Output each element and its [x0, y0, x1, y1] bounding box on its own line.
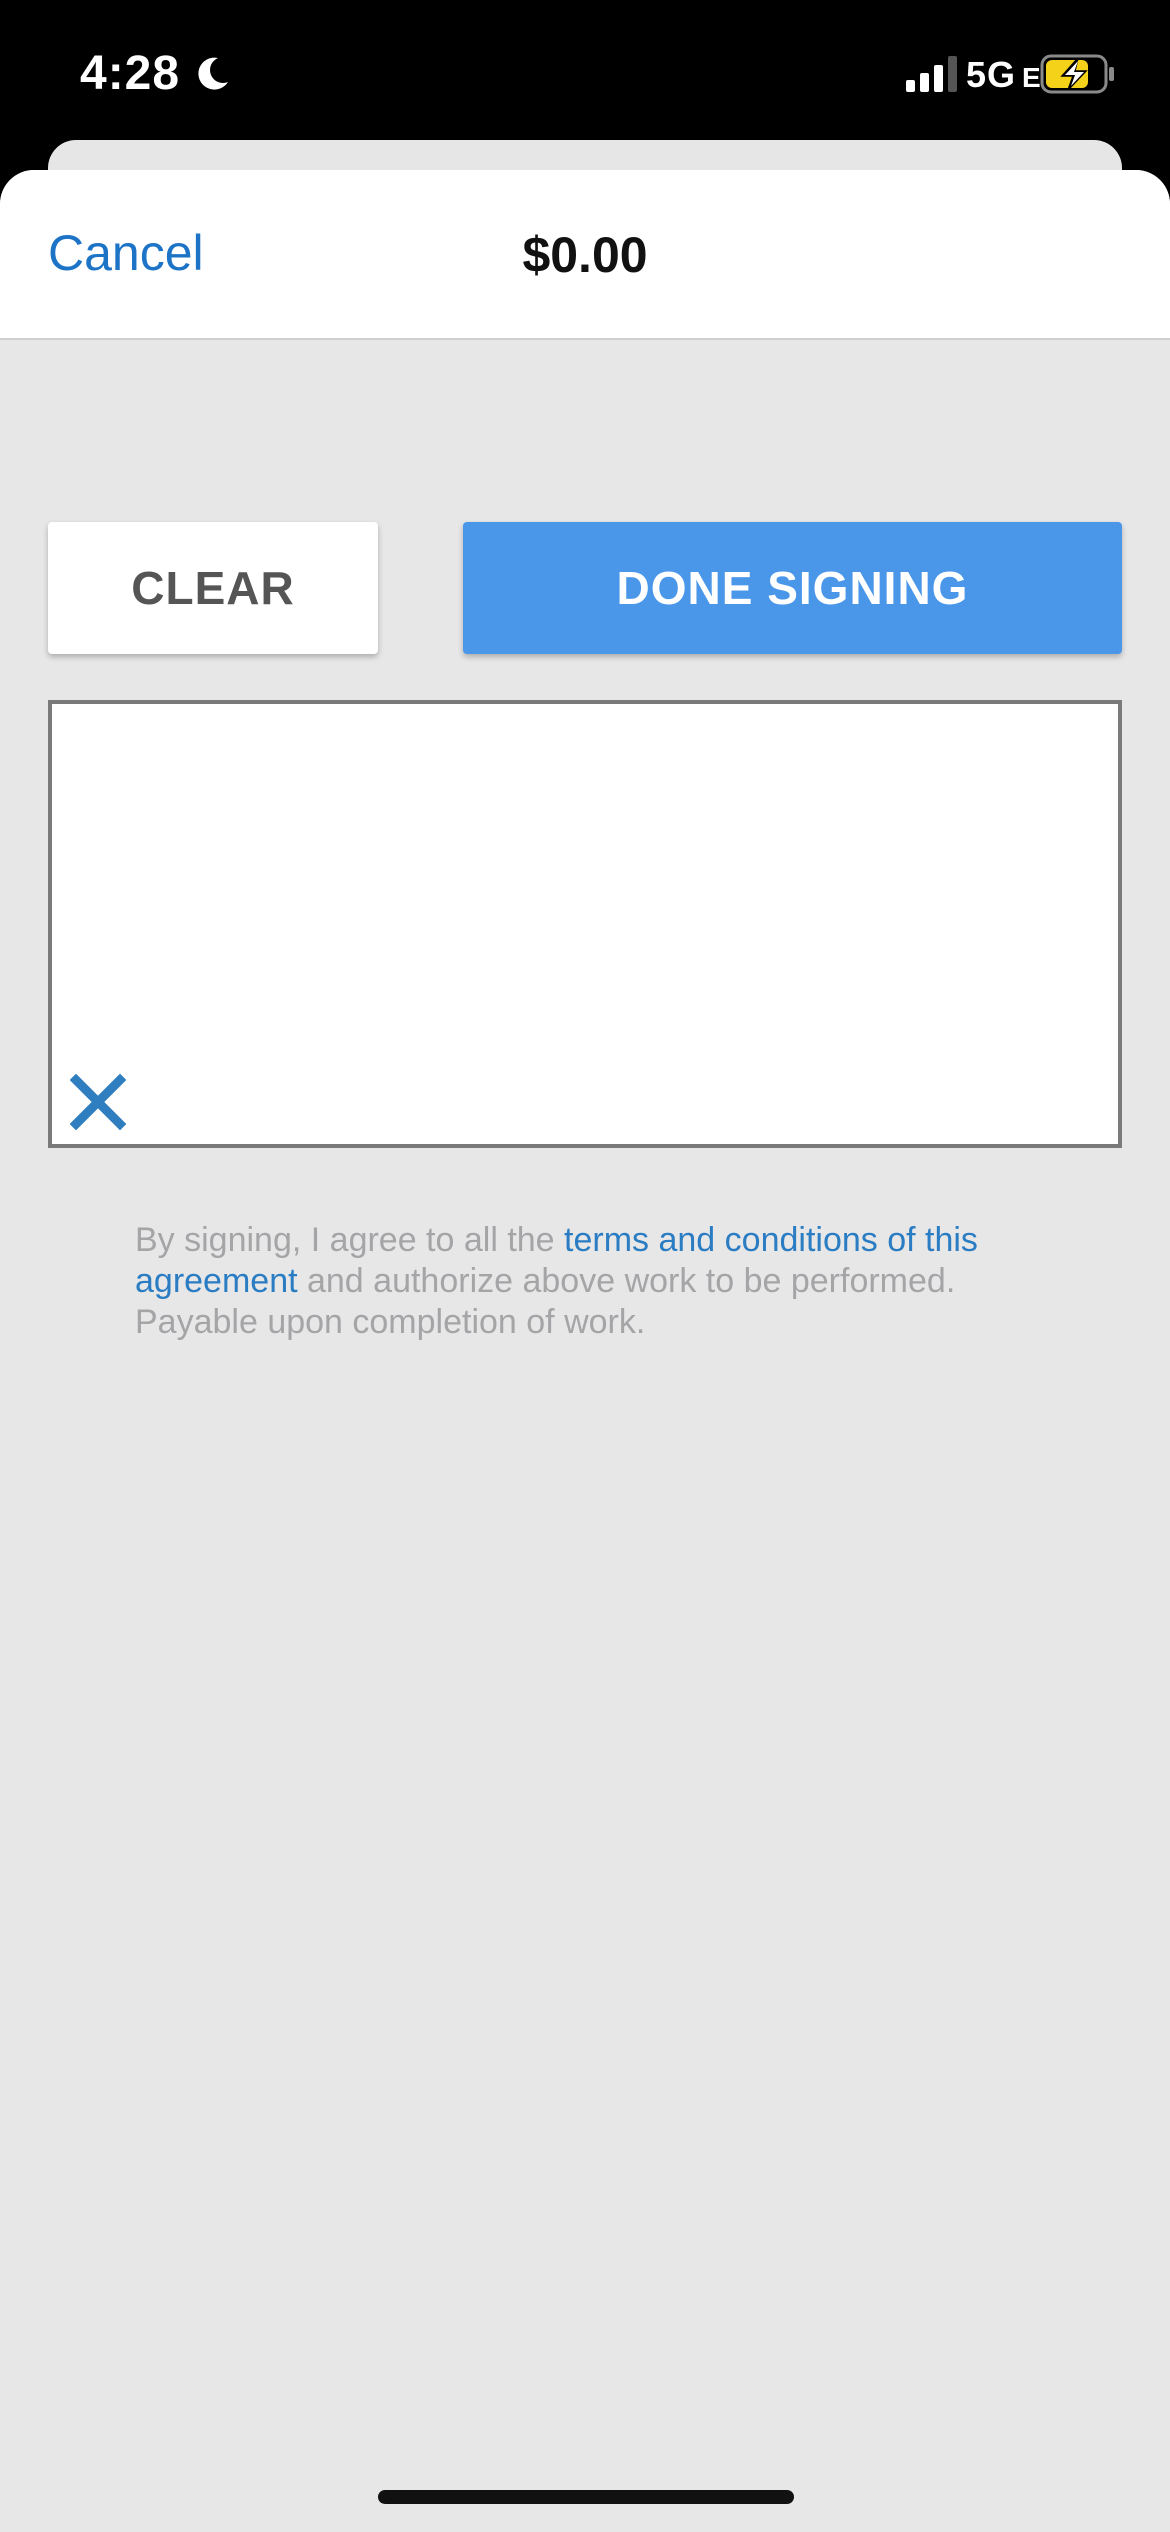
agreement-text: By signing, I agree to all the terms and…	[135, 1220, 1055, 1343]
home-indicator	[378, 2490, 794, 2504]
agreement-prefix: By signing, I agree to all the	[135, 1221, 565, 1259]
status-bar: 4:28 5G E	[0, 0, 1170, 150]
status-time: 4:28	[80, 47, 181, 100]
done-signing-button[interactable]: DONE SIGNING	[463, 522, 1122, 654]
signature-sheet: Cancel $0.00 CLEAR DONE SIGNING By signi…	[0, 170, 1170, 2532]
nav-bar: Cancel $0.00	[0, 170, 1170, 340]
clear-button[interactable]: CLEAR	[48, 522, 378, 654]
network-label: 5G E	[966, 54, 1042, 95]
page-title: $0.00	[522, 227, 648, 283]
signal-icon	[906, 56, 957, 92]
close-x-icon[interactable]	[70, 1074, 126, 1130]
battery-charging-icon	[1040, 54, 1114, 94]
moon-icon	[198, 57, 228, 90]
signature-pad[interactable]	[48, 700, 1122, 1148]
screen: 4:28 5G E Cancel $0.00 CLEAR DONE SIGNING	[0, 0, 1170, 2532]
